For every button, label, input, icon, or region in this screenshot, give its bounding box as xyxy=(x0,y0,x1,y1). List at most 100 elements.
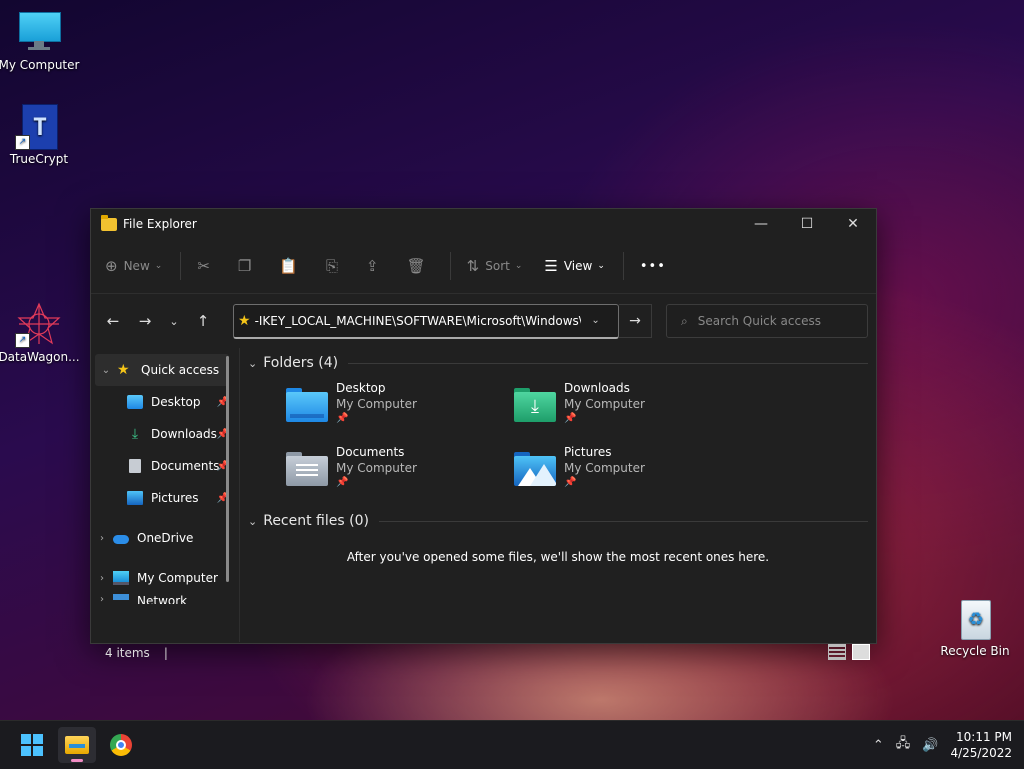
new-label: New xyxy=(123,259,150,273)
folder-tile-pictures[interactable]: Pictures My Computer 📌 xyxy=(514,444,742,500)
status-bar: 4 items | xyxy=(91,642,876,664)
section-divider xyxy=(348,362,868,364)
search-icon: ⌕ xyxy=(681,313,688,328)
chevron-right-icon: › xyxy=(100,594,104,604)
search-placeholder: Search Quick access xyxy=(697,314,821,328)
go-button[interactable]: → xyxy=(619,304,652,338)
pin-icon: 📌 xyxy=(564,413,577,424)
taskbar-chrome[interactable] xyxy=(102,727,140,763)
folder-name: Pictures xyxy=(564,445,612,459)
desktop-icon-datawagon[interactable]: ↗ DataWagon... xyxy=(0,302,81,364)
share-button[interactable]: ⇪ xyxy=(366,257,385,275)
desktop-icon-my-computer[interactable]: My Computer xyxy=(0,10,81,72)
folder-name: Documents xyxy=(336,445,405,459)
title-bar[interactable]: File Explorer — ☐ ✕ xyxy=(91,209,876,239)
pictures-folder-icon xyxy=(514,452,558,488)
view-button[interactable]: ☰ View ⌄ xyxy=(544,257,604,275)
new-button[interactable]: ⊕ New ⌄ xyxy=(105,257,162,275)
taskbar-file-explorer[interactable] xyxy=(58,727,96,763)
sort-button[interactable]: ⇅ Sort ⌄ xyxy=(467,257,523,275)
nav-item-quick-access[interactable]: ⌄ ★ Quick access xyxy=(95,354,229,386)
folder-name: Desktop xyxy=(336,381,386,395)
desktop-icon-truecrypt[interactable]: T ↗ TrueCrypt xyxy=(0,104,81,166)
pin-icon: 📌 xyxy=(336,477,349,488)
desktop-icon-label: DataWagon... xyxy=(0,350,80,364)
truecrypt-icon: T ↗ xyxy=(15,104,61,150)
folder-location: My Computer xyxy=(564,461,645,475)
cut-button[interactable]: ✂ xyxy=(197,257,216,275)
desktop-icon-label: My Computer xyxy=(0,58,80,72)
taskbar: ⌃ 🖧 🔊 10:11 PM 4/25/2022 xyxy=(0,720,1024,769)
address-dropdown-icon[interactable]: ⌄ xyxy=(581,315,611,326)
nav-item-label: Network xyxy=(137,594,188,604)
chevron-down-icon: ⌄ xyxy=(248,514,258,528)
desktop-icon-recycle-bin[interactable]: ♻ Recycle Bin xyxy=(933,596,1017,658)
minimize-button[interactable]: — xyxy=(738,209,784,239)
start-button[interactable] xyxy=(13,727,51,763)
recent-locations-button[interactable]: ⌄ xyxy=(161,315,187,328)
see-more-button[interactable]: ••• xyxy=(640,259,666,274)
recycle-bin-icon: ♻ xyxy=(953,596,997,640)
trash-icon: 🗑 xyxy=(406,257,426,275)
up-button[interactable]: ↑ xyxy=(187,312,219,330)
content-pane: ⌄ Folders (4) Desktop My Computer 📌 ⤓ Do… xyxy=(240,348,876,642)
folder-location: My Computer xyxy=(564,397,645,411)
address-bar[interactable]: ★ -IKEY_LOCAL_MACHINE\SOFTWARE\Microsoft… xyxy=(233,303,619,339)
folder-tile-downloads[interactable]: ⤓ Downloads My Computer 📌 xyxy=(514,380,742,436)
toolbar-divider xyxy=(622,252,624,280)
nav-item-desktop[interactable]: Desktop 📌 xyxy=(91,386,239,418)
chevron-down-icon: ⌄ xyxy=(514,261,523,271)
sort-label: Sort xyxy=(485,259,510,273)
nav-item-my-computer[interactable]: › My Computer xyxy=(91,562,239,594)
clock-date: 4/25/2022 xyxy=(950,746,1012,760)
back-button[interactable]: ← xyxy=(97,312,129,330)
folders-section-header[interactable]: ⌄ Folders (4) xyxy=(248,348,868,378)
clock[interactable]: 10:11 PM 4/25/2022 xyxy=(950,729,1012,761)
rename-button[interactable]: ⎘ xyxy=(326,257,344,275)
clipboard-icon: 📋 xyxy=(279,257,299,275)
network-icon[interactable]: 🖧 xyxy=(896,734,911,756)
nav-item-downloads[interactable]: ⤓ Downloads 📌 xyxy=(91,418,239,450)
chevron-up-icon[interactable]: ⌃ xyxy=(873,738,884,753)
plus-circle-icon: ⊕ xyxy=(105,257,118,275)
details-view-button[interactable] xyxy=(828,644,846,660)
forward-button[interactable]: → xyxy=(129,312,161,330)
nav-scrollbar[interactable] xyxy=(226,356,229,582)
nav-item-label: OneDrive xyxy=(137,531,194,545)
clock-time: 10:11 PM xyxy=(956,730,1012,744)
nav-item-documents[interactable]: Documents 📌 xyxy=(91,450,239,482)
folder-tile-documents[interactable]: Documents My Computer 📌 xyxy=(286,444,514,500)
search-box[interactable]: ⌕ Search Quick access xyxy=(666,304,868,338)
address-path[interactable]: -IKEY_LOCAL_MACHINE\SOFTWARE\Microsoft\W… xyxy=(255,314,581,328)
arrow-left-icon: ← xyxy=(106,312,120,330)
active-app-indicator xyxy=(71,759,83,762)
folder-tile-desktop[interactable]: Desktop My Computer 📌 xyxy=(286,380,514,436)
paste-button[interactable]: 📋 xyxy=(279,257,304,275)
recent-section-header[interactable]: ⌄ Recent files (0) xyxy=(248,506,868,536)
volume-icon[interactable]: 🔊 xyxy=(922,738,938,753)
nav-item-network[interactable]: › Network xyxy=(91,594,239,604)
chevron-right-icon: › xyxy=(100,532,104,544)
copy-button[interactable]: ❐ xyxy=(238,257,257,275)
share-icon: ⇪ xyxy=(366,257,379,275)
chrome-icon xyxy=(110,734,132,756)
address-row: ← → ⌄ ↑ ★ -IKEY_LOCAL_MACHINE\SOFTWARE\M… xyxy=(91,294,876,348)
recent-header-label: Recent files (0) xyxy=(263,513,369,529)
nav-item-onedrive[interactable]: › OneDrive xyxy=(91,522,239,554)
desktop-folder-icon xyxy=(127,395,143,409)
desktop-icon-label: Recycle Bin xyxy=(940,644,1010,658)
pictures-icon xyxy=(127,491,143,505)
nav-item-label: Quick access xyxy=(141,363,220,377)
nav-item-pictures[interactable]: Pictures 📌 xyxy=(91,482,239,514)
document-icon xyxy=(129,459,141,473)
chevron-down-icon: ⌄ xyxy=(154,261,163,271)
pin-icon: 📌 xyxy=(336,413,349,424)
arrow-right-icon: → xyxy=(138,312,152,330)
monitor-icon xyxy=(113,571,129,585)
shortcut-arrow-icon: ↗ xyxy=(15,135,30,150)
delete-button[interactable]: 🗑 xyxy=(407,257,432,275)
tiles-view-button[interactable] xyxy=(852,644,870,660)
close-button[interactable]: ✕ xyxy=(830,209,876,239)
monitor-icon xyxy=(17,10,61,54)
maximize-button[interactable]: ☐ xyxy=(784,209,830,239)
